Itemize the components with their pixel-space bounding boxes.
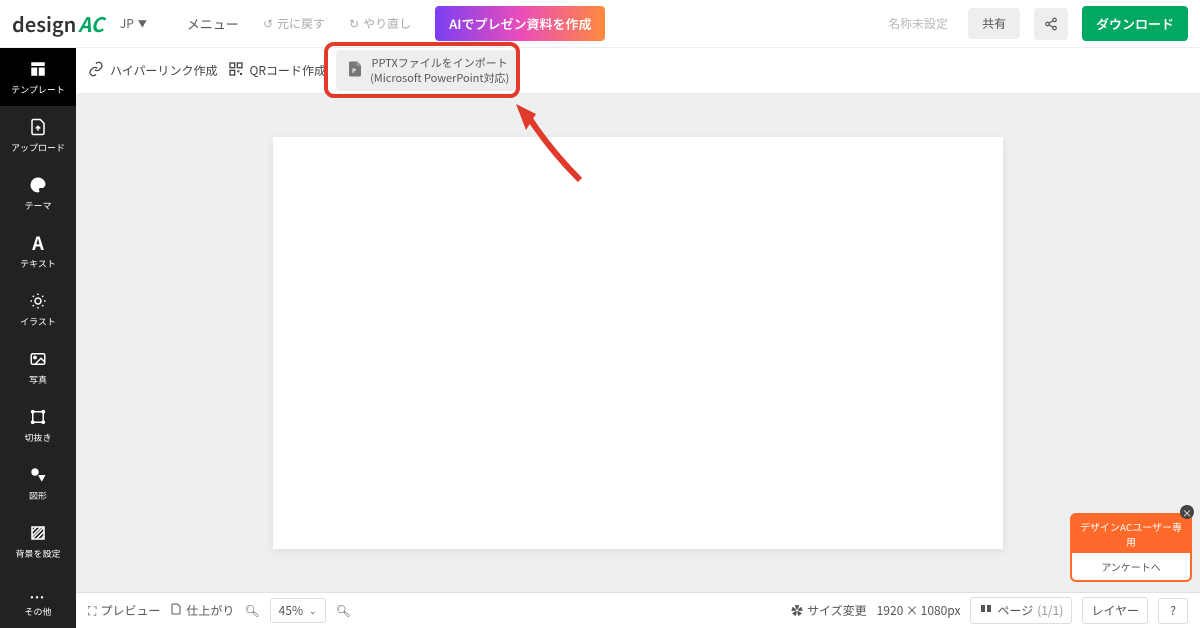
help-button[interactable]: ? [1158,598,1188,624]
link-icon [88,61,104,81]
sidebar-item-crop[interactable]: 切抜き [0,396,76,454]
sidebar-item-shapes[interactable]: 図形 [0,454,76,512]
page-label: ページ [997,602,1033,619]
redo-label: やり直し [363,15,411,32]
hyperlink-button[interactable]: ハイパーリンク作成 [88,61,218,81]
sidebar-label: イラスト [20,315,56,328]
zoom-value: 45% [279,602,303,619]
zoom-in-button[interactable]: 🔍︎ [336,602,351,619]
sidebar-label: 切抜き [24,431,51,444]
size-change-label: サイズ変更 [807,602,867,619]
size-change-button[interactable]: ✿ サイズ変更 [791,602,867,619]
qrcode-icon [228,61,244,81]
page-icon [170,602,182,620]
template-icon [28,59,48,79]
zoom-out-icon: 🔍︎ [244,602,259,619]
canvas[interactable] [273,137,1003,549]
menu-button[interactable]: メニュー [187,14,239,33]
upload-icon [28,117,48,137]
zoom-in-icon: 🔍︎ [336,602,351,619]
sidebar-label: テキスト [20,257,56,270]
close-button[interactable]: × [1180,505,1194,519]
sidebar-label: 写真 [29,373,47,386]
text-icon: A [28,233,48,253]
survey-title: デザインACユーザー専用 [1072,515,1190,553]
close-icon: × [1182,505,1192,520]
svg-text:P: P [352,66,356,75]
bottom-bar: ⛶ プレビュー 仕上がり 🔍︎ 45% ⌄ 🔍︎ ✿ サイズ変更 1920 × … [76,592,1200,628]
sidebar-item-photo[interactable]: 写真 [0,338,76,396]
qrcode-button[interactable]: QRコード作成 [228,61,327,81]
zoom-select[interactable]: 45% ⌄ [270,598,326,623]
more-icon: ••• [30,590,45,603]
page-selector[interactable]: ページ (1/1) [970,597,1072,624]
sidebar-label: テーマ [24,199,51,212]
sidebar-label: 図形 [29,489,47,502]
undo-icon: ↺ [263,15,273,32]
sidebar-item-template[interactable]: テンプレート [0,48,76,106]
download-button[interactable]: ダウンロード [1082,6,1188,41]
sun-icon [28,291,48,311]
share-button[interactable]: 共有 [968,8,1020,39]
logo-suffix: AC [78,9,104,38]
chevron-down-icon: ⌄ [309,604,317,617]
share-link-button[interactable] [1034,8,1068,40]
help-icon: ? [1170,602,1176,619]
finish-label: 仕上がり [186,602,234,619]
sidebar-item-illustration[interactable]: イラスト [0,280,76,338]
shapes-icon [28,465,48,485]
book-icon [979,602,993,619]
redo-button[interactable]: ↻ やり直し [349,15,411,32]
sidebar-label: テンプレート [11,83,65,96]
survey-popup: × デザインACユーザー専用 アンケートへ [1070,513,1192,582]
image-icon [28,349,48,369]
hyperlink-label: ハイパーリンク作成 [110,62,218,79]
zoom-out-button[interactable]: 🔍︎ [244,602,259,619]
redo-icon: ↻ [349,15,359,32]
sidebar-label: その他 [24,605,51,618]
language-label: JP [120,15,134,32]
sidebar-item-upload[interactable]: アップロード [0,106,76,164]
layer-button[interactable]: レイヤー [1082,597,1148,624]
crop-icon [28,407,48,427]
qrcode-label: QRコード作成 [250,62,327,79]
pptx-label-1: PPTXファイルをインポート [372,56,508,70]
undo-button[interactable]: ↺ 元に戻す [263,15,325,32]
layer-label: レイヤー [1091,602,1139,619]
share-icon [1044,12,1058,36]
undo-label: 元に戻す [277,15,325,32]
document-name[interactable]: 名称未設定 [888,15,948,32]
sidebar-item-text[interactable]: A テキスト [0,222,76,280]
canvas-area [76,94,1200,592]
page-count: (1/1) [1037,602,1063,619]
hatch-icon [28,523,48,543]
language-selector[interactable]: JP ▼ [120,15,147,32]
top-bar: designAC JP ▼ メニュー ↺ 元に戻す ↻ やり直し AIでプレゼン… [0,0,1200,48]
sidebar-item-more[interactable]: ••• その他 [0,580,76,628]
finish-button[interactable]: 仕上がり [170,602,234,620]
logo-text: design [12,9,76,38]
dimensions-label: 1920 × 1080px [877,602,961,619]
left-sidebar: テンプレート アップロード テーマ A テキスト イラスト 写真 切抜き 図形 … [0,48,76,628]
survey-link[interactable]: アンケートへ [1072,553,1190,580]
pptx-import-button[interactable]: P PPTXファイルをインポート (Microsoft PowerPoint対応… [336,50,519,91]
palette-icon [28,175,48,195]
gear-icon: ✿ [791,602,803,619]
sidebar-label: アップロード [11,141,65,154]
chevron-down-icon: ▼ [138,17,147,30]
preview-button[interactable]: ⛶ プレビュー [88,602,160,619]
logo[interactable]: designAC [12,9,104,38]
secondary-toolbar: ハイパーリンク作成 QRコード作成 P PPTXファイルをインポート (Micr… [76,48,1200,94]
expand-icon: ⛶ [88,602,96,619]
file-icon: P [346,59,364,82]
preview-label: プレビュー [100,602,160,619]
sidebar-item-background[interactable]: 背景を設定 [0,512,76,570]
ai-create-button[interactable]: AIでプレゼン資料を作成 [435,6,605,41]
sidebar-item-theme[interactable]: テーマ [0,164,76,222]
sidebar-label: 背景を設定 [15,547,60,560]
pptx-label-2: (Microsoft PowerPoint対応) [370,71,509,85]
